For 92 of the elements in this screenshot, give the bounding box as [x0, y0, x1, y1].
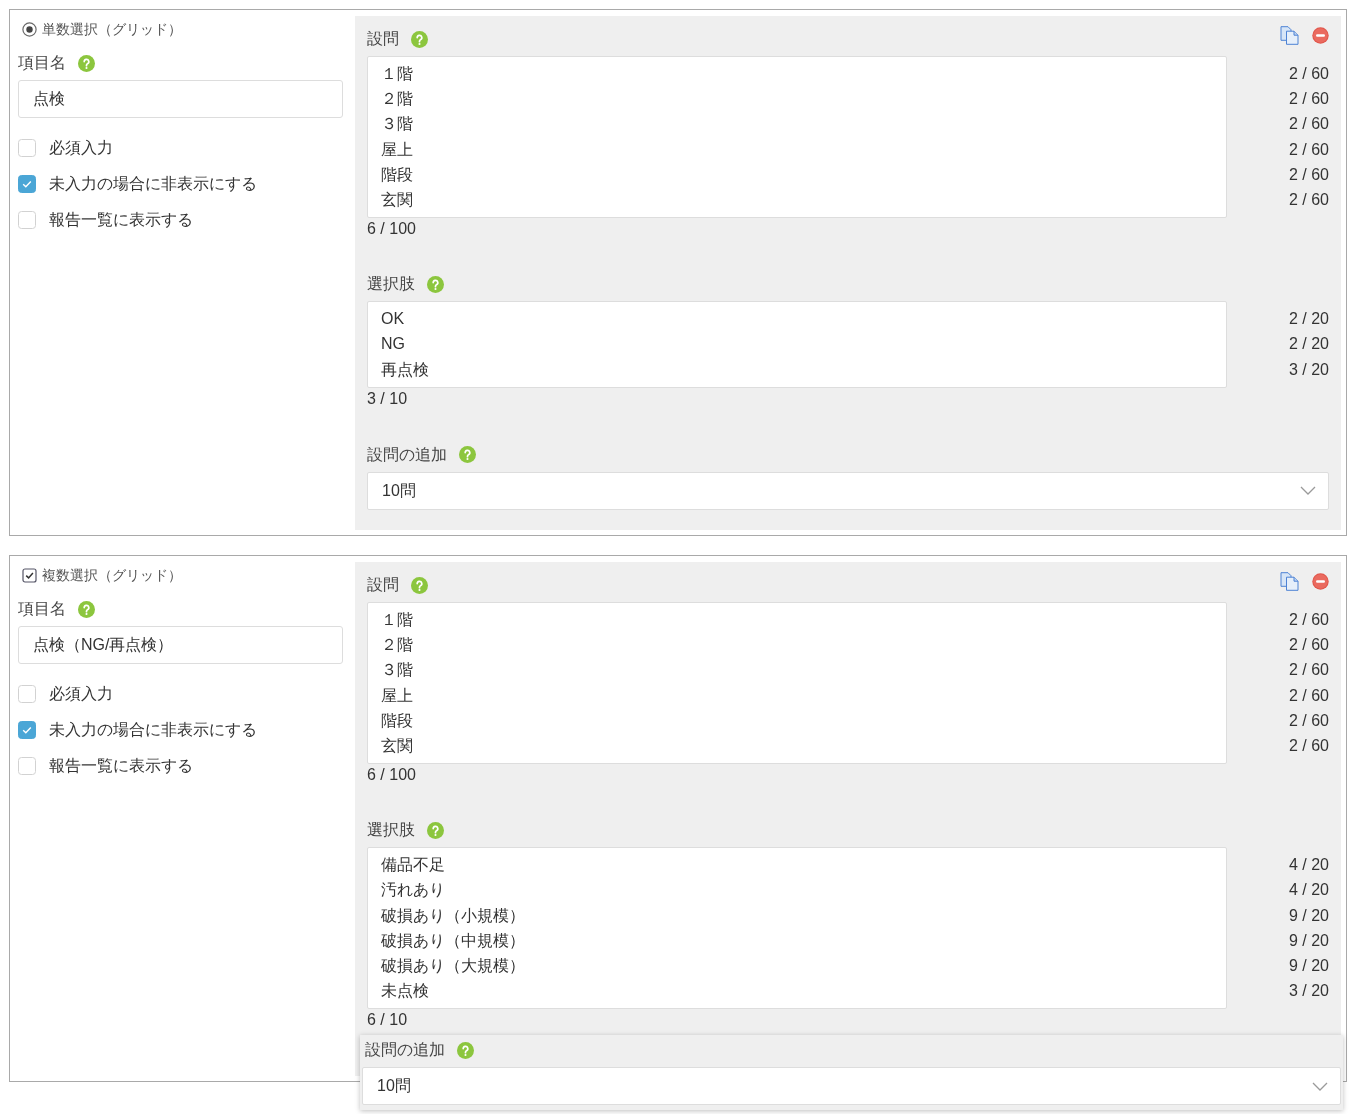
textarea-line: ２階	[381, 635, 413, 656]
checkbox[interactable]	[18, 685, 36, 703]
field-label: 項目名	[18, 599, 66, 619]
chevron-down-icon	[1300, 486, 1316, 496]
textarea-line: 玄関	[381, 736, 413, 756]
textarea-line: ３階	[381, 660, 413, 681]
char-count: 2 / 20	[1288, 309, 1329, 330]
textarea-line: NG	[381, 334, 405, 355]
radio-icon	[22, 21, 37, 37]
help-icon[interactable]	[78, 54, 95, 72]
char-count: 2 / 60	[1288, 89, 1329, 110]
char-count: 4 / 20	[1288, 855, 1329, 876]
remove-icon[interactable]	[1312, 27, 1329, 44]
remove-icon[interactable]	[1312, 573, 1329, 590]
checkbox-label: 報告一覧に表示する	[49, 210, 193, 230]
item-name-input[interactable]: 点検（NG/再点検）	[18, 626, 343, 664]
field-label: 選択肢	[367, 274, 415, 295]
textarea-field[interactable]: １階 ２階 ３階 屋上 階段 玄関	[367, 602, 1227, 765]
textarea-line: ２階	[381, 89, 413, 110]
dropdown[interactable]: 10問	[367, 471, 1329, 510]
textarea-line: １階	[381, 64, 413, 84]
char-count: 2 / 60	[1288, 685, 1329, 706]
field-label: 設問の追加	[367, 444, 447, 465]
textarea-line: 汚れあり	[381, 880, 445, 901]
copy-icon[interactable]	[1280, 572, 1299, 591]
help-icon[interactable]	[411, 576, 428, 594]
field-label: 項目名	[18, 53, 66, 73]
char-count: 2 / 60	[1288, 610, 1329, 630]
checkbox[interactable]	[18, 757, 36, 775]
char-count: 2 / 60	[1288, 660, 1329, 681]
checkbox[interactable]	[18, 211, 36, 229]
chevron-down-icon	[1312, 1081, 1328, 1091]
textarea-line: 未点検	[381, 981, 429, 1002]
field-label: 設問の追加	[365, 1040, 445, 1061]
line-count: 6 / 100	[367, 219, 416, 240]
checkbox-label: 報告一覧に表示する	[49, 756, 193, 776]
checkbox-label: 未入力の場合に非表示にする	[49, 174, 257, 194]
checkbox-label: 未入力の場合に非表示にする	[49, 720, 257, 740]
help-icon[interactable]	[78, 600, 95, 618]
dropdown[interactable]: 10問	[362, 1067, 1341, 1106]
char-count: 2 / 60	[1288, 164, 1329, 185]
field-label: 設問	[367, 575, 399, 595]
checkbox-label: 必須入力	[49, 138, 113, 158]
char-count: 2 / 20	[1288, 334, 1329, 355]
item-type-label: 単数選択（グリッド）	[42, 20, 182, 39]
char-count: 3 / 20	[1288, 359, 1329, 380]
textarea-line: 破損あり（大規模）	[381, 956, 525, 977]
char-count: 9 / 20	[1288, 956, 1329, 977]
char-count: 2 / 60	[1288, 635, 1329, 656]
line-count: 6 / 10	[367, 1010, 408, 1031]
help-icon[interactable]	[427, 275, 444, 293]
item-name-input[interactable]: 点検	[18, 80, 343, 118]
char-count: 4 / 20	[1288, 880, 1329, 901]
char-count: 2 / 60	[1288, 736, 1329, 756]
checkbox[interactable]	[18, 175, 36, 193]
textarea-line: 屋上	[381, 139, 413, 160]
char-count: 9 / 20	[1288, 905, 1329, 926]
checkbox-icon	[22, 567, 37, 583]
checkbox[interactable]	[18, 721, 36, 739]
textarea-line: 階段	[381, 710, 413, 731]
textarea-field[interactable]: OK NG 再点検	[367, 301, 1227, 388]
textarea-line: OK	[381, 309, 405, 330]
textarea-line: 破損あり（小規模）	[381, 905, 525, 926]
char-count: 2 / 60	[1288, 114, 1329, 135]
textarea-line: 再点検	[381, 359, 429, 380]
field-label: 設問	[367, 29, 399, 49]
char-count: 2 / 60	[1288, 710, 1329, 731]
textarea-line: 破損あり（中規模）	[381, 930, 525, 951]
char-count: 9 / 20	[1288, 930, 1329, 951]
line-count: 6 / 100	[367, 765, 416, 786]
textarea-line: １階	[381, 610, 413, 630]
help-icon[interactable]	[411, 30, 428, 48]
item-type-label: 複数選択（グリッド）	[42, 566, 182, 585]
char-count: 2 / 60	[1288, 190, 1329, 210]
char-count: 3 / 20	[1288, 981, 1329, 1002]
textarea-line: 階段	[381, 164, 413, 185]
char-count: 2 / 60	[1288, 64, 1329, 84]
line-count: 3 / 10	[367, 388, 408, 409]
textarea-line: 備品不足	[381, 855, 445, 876]
char-count: 2 / 60	[1288, 139, 1329, 160]
copy-icon[interactable]	[1280, 26, 1299, 45]
help-icon[interactable]	[459, 446, 476, 464]
textarea-field[interactable]: 備品不足 汚れあり 破損あり（小規模） 破損あり（中規模） 破損あり（大規模） 未点検	[367, 847, 1227, 1010]
textarea-field[interactable]: １階 ２階 ３階 屋上 階段 玄関	[367, 56, 1227, 219]
field-label: 選択肢	[367, 820, 415, 841]
checkbox[interactable]	[18, 139, 36, 157]
help-icon[interactable]	[457, 1041, 474, 1059]
help-icon[interactable]	[427, 821, 444, 839]
textarea-line: ３階	[381, 114, 413, 135]
textarea-line: 屋上	[381, 685, 413, 706]
checkbox-label: 必須入力	[49, 684, 113, 704]
textarea-line: 玄関	[381, 190, 413, 210]
